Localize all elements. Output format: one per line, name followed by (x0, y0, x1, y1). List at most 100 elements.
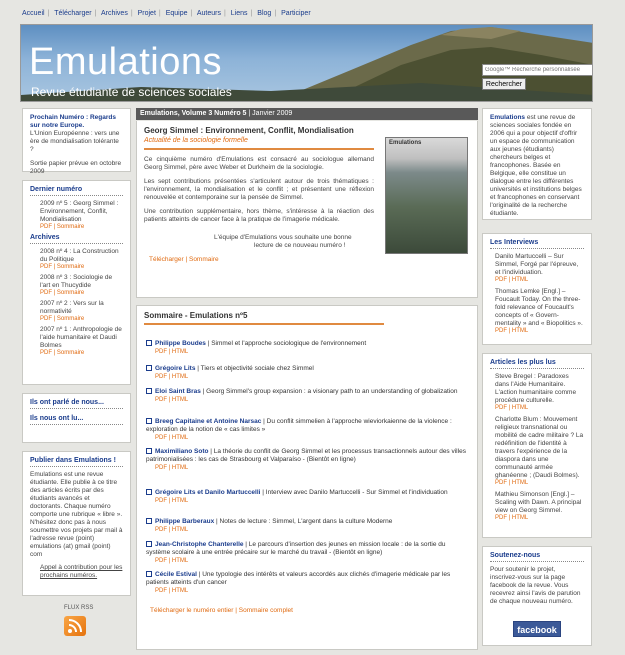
publish-text: Emulations est une revue étudiante. Elle… (30, 471, 123, 558)
toc-author[interactable]: Cécile Estival (155, 571, 197, 578)
interview-text[interactable]: Thomas Lemke [Engl.] – Foucault Today. O… (495, 288, 584, 328)
search-button[interactable]: Rechercher (482, 78, 526, 90)
facebook-button[interactable]: facebook (513, 621, 561, 637)
archive-links[interactable]: PDF | Sommaire (40, 290, 123, 296)
toc-author[interactable]: Philippe Barberaux (155, 518, 214, 525)
site-subtitle: Revue étudiante de sciences sociales (31, 85, 232, 99)
press-heading[interactable]: Ils ont parlé de nous... (30, 399, 123, 406)
popular-heading: Articles les plus lus (490, 359, 556, 366)
archive-label[interactable]: 2008 nº 4 : La Construction du Politique (40, 248, 123, 264)
site-title[interactable]: Emulations (29, 41, 222, 84)
checkbox-icon (146, 365, 152, 371)
next-issue-box: Prochain Numéro : Regards sur notre Euro… (22, 108, 131, 175)
archive-label[interactable]: 2007 nº 1 : Anthropologie de l'aide huma… (40, 326, 123, 350)
toc-links[interactable]: PDF | HTML (146, 434, 466, 442)
toc-text: | Interview avec Danilo Martuccelli - Su… (260, 489, 448, 496)
nav-telecharger[interactable]: Télécharger (54, 10, 91, 17)
toc-entry: Breeg Capitaine et Antoine Narsac | Du c… (146, 418, 466, 442)
issue-header-date: Janvier 2009 (252, 110, 293, 117)
toc-entry: Grégoire Lits et Danilo Martuccelli | In… (146, 489, 466, 505)
about-title[interactable]: Emulations (490, 114, 525, 121)
popular-text[interactable]: Mathieu Simonson [Engl.] – Scaling with … (495, 491, 584, 515)
latest-issue-links[interactable]: PDF | Sommaire (30, 224, 123, 230)
toc-links[interactable]: PDF | HTML (146, 396, 466, 404)
archive-item: 2007 nº 1 : Anthropologie de l'aide huma… (30, 326, 123, 356)
next-issue-text: L'Union Européenne : vers une ère de mon… (30, 130, 120, 153)
toc-entry: Eloi Saint Bras | Georg Simmel's group e… (146, 388, 466, 404)
archive-item: 2008 nº 4 : La Construction du Politique… (30, 248, 123, 270)
toc-links[interactable]: PDF | HTML (146, 587, 466, 595)
toc-links[interactable]: PDF | HTML (146, 557, 466, 565)
toc-text: | Georg Simmel's group expansion : a vis… (200, 388, 458, 395)
nav-liens[interactable]: Liens (231, 10, 248, 17)
archive-links[interactable]: PDF | Sommaire (40, 350, 123, 356)
popular-links[interactable]: PDF | HTML (495, 515, 584, 521)
top-navigation: Accueil | Télécharger | Archives | Projet | … (22, 10, 311, 17)
latest-issue-item[interactable]: 2009 nº 5 : Georg Simmel : Environnement… (30, 200, 123, 224)
toc-links[interactable]: PDF | HTML (146, 464, 466, 472)
nav-archives[interactable]: Archives (101, 10, 128, 17)
toc-text: | Tiers et objectivité sociale chez Simm… (195, 365, 314, 372)
toc-text: | Notes de lecture : Simmel, L'argent da… (214, 518, 393, 525)
popular-item: Mathieu Simonson [Engl.] – Scaling with … (490, 491, 584, 521)
issue-paragraph-3: Une contribution supplémentaire, hors th… (144, 208, 374, 223)
popular-links[interactable]: PDF | HTML (495, 480, 584, 486)
toc-author[interactable]: Breeg Capitaine et Antoine Narsac (155, 418, 261, 425)
issue-title: Georg Simmel : Environnement, Conflit, M… (144, 126, 354, 135)
nav-projet[interactable]: Projet (138, 10, 156, 17)
call-for-papers-link[interactable]: Appel à contribution pour les prochains … (30, 564, 123, 580)
popular-item: Steve Bregel : Paradoxes dans l'Aide Hum… (490, 373, 584, 411)
search-input[interactable] (482, 64, 592, 76)
toc-links[interactable]: PDF | HTML (146, 497, 466, 505)
archive-label[interactable]: 2007 nº 2 : Vers sur la normativité (40, 300, 123, 316)
support-heading: Soutenez-nous (490, 552, 541, 559)
toc-links[interactable]: PDF | HTML (146, 348, 466, 356)
toc-title: Sommaire - Emulations nº5 (144, 311, 248, 320)
release-date: Sortie papier prévue en octobre 2009 (30, 160, 122, 175)
interview-links[interactable]: PDF | HTML (495, 277, 584, 283)
nav-participer[interactable]: Participer (281, 10, 311, 17)
toc-author[interactable]: Maximiliano Soto (155, 448, 208, 455)
interviews-box: Les Interviews Danilo Martuccelli – Sur … (482, 233, 592, 345)
toc-links[interactable]: PDF | HTML (146, 373, 466, 381)
toc-author[interactable]: Eloi Saint Bras (155, 388, 201, 395)
press-box: Ils ont parlé de nous... Ils nous ont lu… (22, 393, 131, 443)
popular-links[interactable]: PDF | HTML (495, 405, 584, 411)
popular-item: Charlotte Blum : Mouvement religieux tra… (490, 416, 584, 486)
archive-links[interactable]: PDF | Sommaire (40, 264, 123, 270)
toc-author[interactable]: Philippe Boudes (155, 340, 206, 347)
issues-box: Dernier numéro 2009 nº 5 : Georg Simmel … (22, 180, 131, 385)
popular-text[interactable]: Charlotte Blum : Mouvement religieux tra… (495, 416, 584, 480)
readers-heading[interactable]: Ils nous ont lu... (30, 415, 123, 422)
toc-links[interactable]: PDF | HTML (146, 526, 466, 534)
checkbox-icon (146, 489, 152, 495)
latest-issue-heading: Dernier numéro (30, 186, 83, 193)
checkbox-icon (146, 518, 152, 524)
nav-accueil[interactable]: Accueil (22, 10, 45, 17)
rss-feed-icon[interactable] (64, 616, 86, 636)
interview-text[interactable]: Danilo Martuccelli – Sur Simmel, Forgé p… (495, 253, 584, 277)
popular-box: Articles les plus lus Steve Bregel : Par… (482, 353, 592, 538)
nav-blog[interactable]: Blog (257, 10, 271, 17)
interview-links[interactable]: PDF | HTML (495, 328, 584, 334)
toc-footer-links[interactable]: Télécharger le numéro entier | Sommaire … (150, 607, 293, 614)
archive-links[interactable]: PDF | Sommaire (40, 316, 123, 322)
archive-item: 2007 nº 2 : Vers sur la normativité PDF … (30, 300, 123, 322)
toc-author[interactable]: Grégoire Lits et Danilo Martuccelli (155, 489, 260, 496)
toc-author[interactable]: Grégoire Lits (155, 365, 195, 372)
issue-cover-image[interactable]: Emulations (385, 137, 468, 254)
interview-item: Danilo Martuccelli – Sur Simmel, Forgé p… (490, 253, 584, 283)
nav-equipe[interactable]: Equipe (166, 10, 188, 17)
publish-box: Publier dans Emulations ! Emulations est… (22, 451, 131, 596)
checkbox-icon (146, 541, 152, 547)
nav-auteurs[interactable]: Auteurs (197, 10, 221, 17)
checkbox-icon (146, 388, 152, 394)
interviews-heading: Les Interviews (490, 239, 539, 246)
issue-download-links[interactable]: Télécharger | Sommaire (144, 256, 470, 263)
next-issue-title[interactable]: Prochain Numéro : Regards sur notre Euro… (30, 114, 123, 130)
popular-text[interactable]: Steve Bregel : Paradoxes dans l'Aide Hum… (495, 373, 584, 405)
support-text: Pour soutenir le projet, inscrivez-vous … (490, 566, 581, 605)
archive-label[interactable]: 2008 nº 3 : Sociologie de l'art en Thucy… (40, 274, 123, 290)
toc-author[interactable]: Jean-Christophe Chanterelle (155, 541, 244, 548)
checkbox-icon (146, 448, 152, 454)
